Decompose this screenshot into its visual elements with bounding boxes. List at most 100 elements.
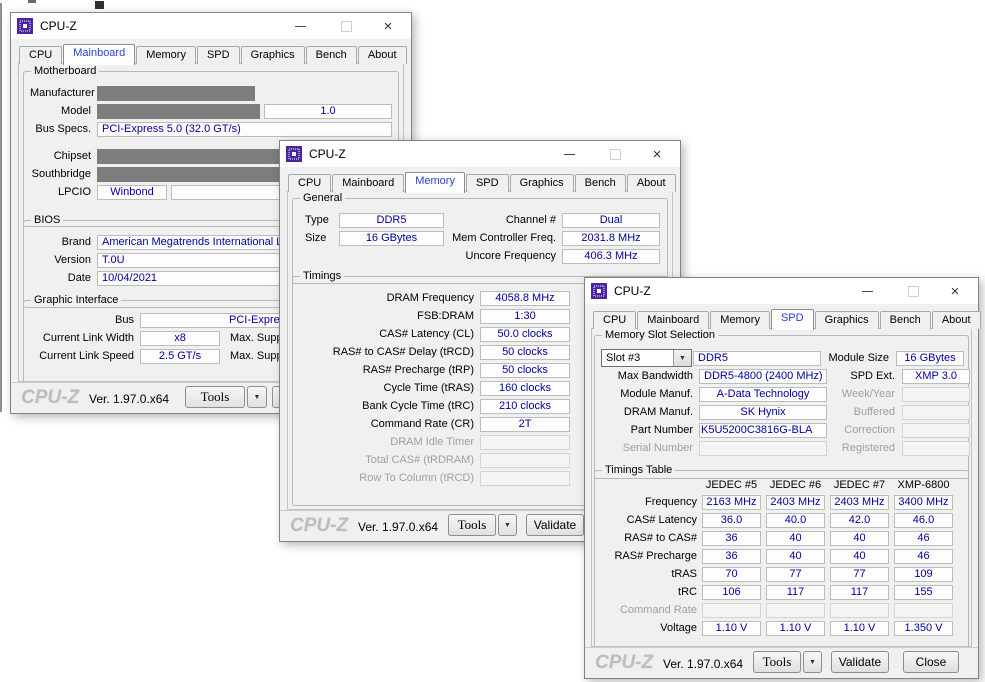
tab-mainboard[interactable]: Mainboard [637,311,709,329]
channel-label: Channel # [444,214,556,226]
tools-dropdown-button[interactable]: ▼ [247,386,267,408]
tools-button[interactable]: Tools [753,651,801,673]
tab-bar: CPU Mainboard Memory SPD Graphics Bench … [288,170,677,192]
module-manuf-field: A-Data Technology [699,387,827,402]
chevron-down-icon: ▼ [504,522,511,529]
tools-button[interactable]: Tools [448,514,496,536]
tab-memory[interactable]: Memory [405,172,465,193]
close-button[interactable]: × [642,141,672,167]
timings-table-group: Timings Table JEDEC #5JEDEC #6JEDEC #7XM… [594,470,969,654]
timing-value-field: 50 clocks [480,345,570,360]
table-cell: 2403 MHz [766,495,825,510]
tab-graphics[interactable]: Graphics [815,311,879,329]
bios-brand-label: Brand [30,236,91,248]
tab-spd[interactable]: SPD [466,174,509,192]
tab-cpu[interactable]: CPU [19,46,62,64]
table-row-label: Command Rate [601,604,697,616]
titlebar[interactable]: CPU-Z × [11,13,411,39]
close-icon: × [384,18,393,35]
gi-max-width-label: Max. Supp [230,332,283,344]
chevron-down-icon[interactable]: ▼ [673,350,691,366]
maximize-button[interactable] [600,141,630,167]
tab-about[interactable]: About [358,46,407,64]
table-cell: 106 [702,585,761,600]
version-text: Ver. 1.97.0.x64 [89,392,169,406]
titlebar[interactable]: CPU-Z × [585,278,978,304]
minimize-button[interactable] [852,278,882,304]
gi-bus-label: Bus [30,314,134,326]
chipset-label: Chipset [30,150,91,162]
gi-link-width-field: x8 [140,331,220,346]
tab-cpu[interactable]: CPU [593,311,636,329]
table-cell: 46.0 [894,513,953,528]
table-cell: 40 [766,549,825,564]
tab-graphics[interactable]: Graphics [241,46,305,64]
tools-dropdown-button[interactable]: ▼ [498,514,517,536]
tab-mainboard[interactable]: Mainboard [63,44,135,65]
tab-memory[interactable]: Memory [710,311,770,329]
validate-button[interactable]: Validate [526,514,584,536]
timing-value-field: 1:30 [480,309,570,324]
tab-spd[interactable]: SPD [771,309,814,330]
titlebar[interactable]: CPU-Z × [280,141,680,167]
tab-about[interactable]: About [932,311,981,329]
tab-graphics[interactable]: Graphics [510,174,574,192]
tab-about[interactable]: About [627,174,676,192]
tab-spd[interactable]: SPD [197,46,240,64]
cpuz-window-spd: CPU-Z × CPU Mainboard Memory SPD Graphic… [584,277,979,679]
minimize-button[interactable] [285,13,315,39]
background-window-edge [0,3,2,412]
minimize-button[interactable] [554,141,584,167]
chevron-down-icon: ▼ [809,659,816,666]
tab-bar: CPU Mainboard Memory SPD Graphics Bench … [593,307,982,329]
dram-manuf-label: DRAM Manuf. [601,406,693,418]
table-cell: 117 [830,585,889,600]
validate-button[interactable]: Validate [831,651,889,673]
timing-label: DRAM Frequency [299,292,474,304]
column-header: JEDEC #5 [702,479,761,491]
gi-link-speed-label: Current Link Speed [30,350,134,362]
tools-dropdown-button[interactable]: ▼ [803,651,822,673]
timing-label: FSB:DRAM [299,310,474,322]
table-row-label: tRAS [601,568,697,580]
max-bandwidth-field: DDR5-4800 (2400 MHz) [699,369,827,384]
minimize-icon [295,26,306,27]
timing-value-field [480,435,570,450]
tab-mainboard[interactable]: Mainboard [332,174,404,192]
timing-value-field: 4058.8 MHz [480,291,570,306]
table-cell: 77 [830,567,889,582]
table-cell [766,603,825,618]
timing-value-field: 50.0 clocks [480,327,570,342]
table-row-label: Frequency [601,496,697,508]
table-cell: 1.350 V [894,621,953,636]
close-icon: × [951,283,960,300]
cpu-z-app-icon [17,18,33,34]
close-button[interactable]: × [940,278,970,304]
cpu-z-app-icon [286,146,302,162]
maximize-button[interactable] [898,278,928,304]
manufacturer-label: Manufacturer [30,87,91,99]
tab-bench[interactable]: Bench [575,174,626,192]
tools-button[interactable]: Tools [185,386,245,408]
close-button[interactable]: × [373,13,403,39]
table-cell: 2163 MHz [702,495,761,510]
close-window-button[interactable]: Close [903,651,959,673]
tab-cpu[interactable]: CPU [288,174,331,192]
maximize-icon [341,21,352,32]
serial-number-field [699,441,827,456]
redacted-model-value [97,104,260,119]
table-cell: 109 [894,567,953,582]
table-cell: 46 [894,531,953,546]
channel-field: Dual [562,213,660,228]
tab-bench[interactable]: Bench [880,311,931,329]
tab-bench[interactable]: Bench [306,46,357,64]
slot-select-dropdown[interactable]: Slot #3▼ [601,349,692,367]
slot-type-field: DDR5 [693,351,821,366]
timing-label: RAS# to CAS# Delay (tRCD) [299,346,474,358]
slot-select-value: Slot #3 [602,352,673,364]
tab-memory[interactable]: Memory [136,46,196,64]
table-cell: 36 [702,531,761,546]
max-bandwidth-label: Max Bandwidth [601,370,693,382]
table-cell: 155 [894,585,953,600]
maximize-button[interactable] [331,13,361,39]
